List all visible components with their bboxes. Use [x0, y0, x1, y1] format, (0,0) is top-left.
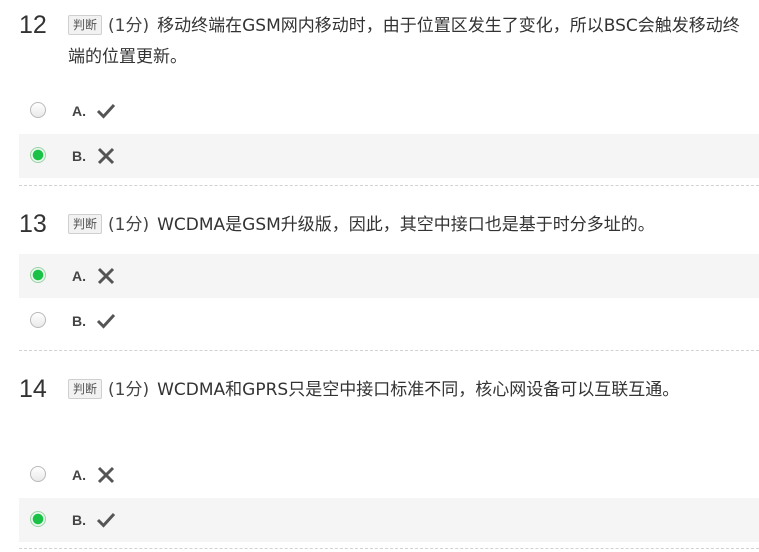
option-b[interactable]: B. — [19, 134, 759, 178]
option-label: B. — [72, 512, 86, 528]
question-text-block: 判断 (1分) WCDMA是GSM升级版，因此，其空中接口也是基于时分多址的。 — [68, 210, 744, 241]
option-label: A. — [72, 103, 86, 119]
question-type-tag: 判断 — [68, 379, 103, 399]
check-icon — [96, 313, 116, 329]
option-a[interactable]: A. — [19, 453, 759, 497]
cross-icon — [97, 267, 115, 285]
question-divider — [19, 185, 759, 186]
cross-icon — [97, 147, 115, 165]
option-label: A. — [72, 268, 86, 284]
option-a[interactable]: A. — [19, 89, 759, 133]
question-text-block: 判断 (1分) 移动终端在GSM网内移动时，由于位置区发生了变化，所以BSC会触发移… — [68, 11, 744, 73]
question-number: 14 — [19, 375, 47, 403]
option-label: B. — [72, 148, 86, 164]
check-icon — [96, 512, 116, 528]
question-text-block: 判断 (1分) WCDMA和GPRS只是空中接口标准不同，核心网设备可以互联互通。 — [68, 375, 744, 406]
option-label: B. — [72, 313, 86, 329]
question-score: (1分) — [108, 380, 150, 400]
radio-button-selected[interactable] — [30, 147, 46, 163]
radio-button[interactable] — [30, 102, 46, 118]
option-label: A. — [72, 467, 86, 483]
question-text: 移动终端在GSM网内移动时，由于位置区发生了变化，所以BSC会触发移动终端的位置… — [68, 16, 740, 67]
question-score: (1分) — [108, 215, 150, 235]
question-type-tag: 判断 — [68, 214, 103, 234]
radio-button[interactable] — [30, 312, 46, 328]
question-divider — [19, 350, 759, 351]
question-number: 12 — [19, 11, 47, 39]
option-a[interactable]: A. — [19, 254, 759, 298]
question-type-tag: 判断 — [68, 15, 103, 35]
radio-button-selected[interactable] — [30, 511, 46, 527]
question-number: 13 — [19, 210, 47, 238]
option-b[interactable]: B. — [19, 299, 759, 343]
question-score: (1分) — [108, 16, 150, 36]
cross-icon — [97, 466, 115, 484]
option-b[interactable]: B. — [19, 498, 759, 542]
question-divider — [19, 548, 759, 549]
question-text: WCDMA和GPRS只是空中接口标准不同，核心网设备可以互联互通。 — [157, 380, 680, 400]
question-text: WCDMA是GSM升级版，因此，其空中接口也是基于时分多址的。 — [157, 215, 655, 235]
radio-button[interactable] — [30, 466, 46, 482]
check-icon — [96, 103, 116, 119]
radio-button-selected[interactable] — [30, 267, 46, 283]
